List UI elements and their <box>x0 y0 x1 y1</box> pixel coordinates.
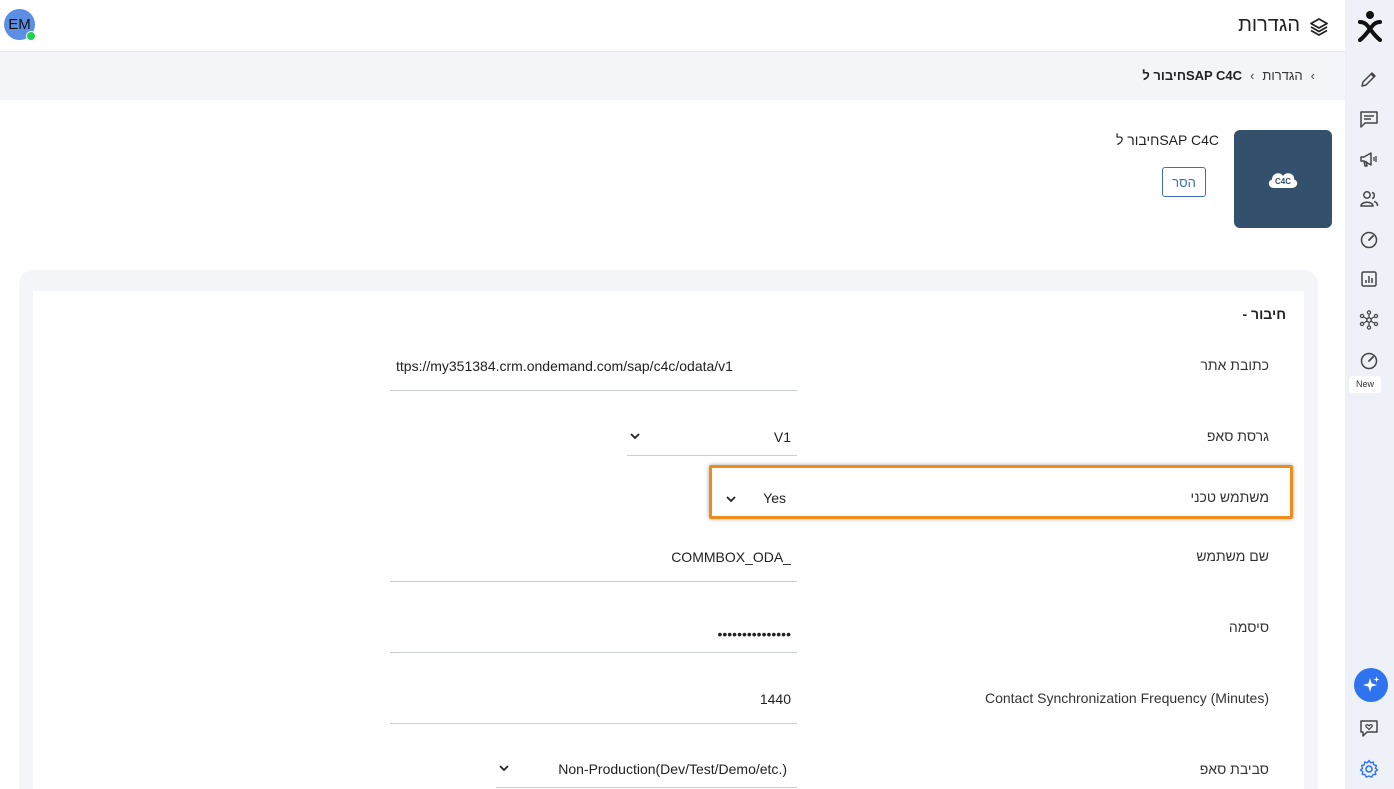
megaphone-icon <box>1360 152 1377 167</box>
top-bar: EM הגדרות <box>0 0 1345 52</box>
nav-contacts[interactable] <box>1357 187 1381 211</box>
nav-new-dashboard[interactable] <box>1357 348 1381 372</box>
sap-version-select[interactable]: V1 <box>627 425 797 456</box>
integration-name: חיבור לSAP C4C <box>1115 132 1219 148</box>
sync-frequency-label: Contact Synchronization Frequency (Minut… <box>984 690 1269 706</box>
url-input[interactable] <box>390 358 797 374</box>
gear-icon <box>1359 759 1379 778</box>
gauge-new-icon <box>1360 352 1378 370</box>
pencil-icon <box>1361 72 1376 87</box>
nav-rail: New <box>1345 0 1394 789</box>
highlight-box <box>709 465 1293 519</box>
username-input[interactable] <box>390 549 797 565</box>
password-value[interactable]: ••••••••••••••• <box>717 626 791 642</box>
sap-c4c-logo: C4C <box>1234 130 1332 228</box>
breadcrumb-settings[interactable]: הגדרות <box>1262 68 1302 83</box>
ai-assistant-button[interactable] <box>1354 668 1388 702</box>
nav-feedback[interactable] <box>1357 716 1381 740</box>
page-title: הגדרות <box>1238 14 1300 36</box>
url-label: כתובת אתר <box>1200 357 1269 373</box>
password-label: סיסמה <box>1228 619 1269 635</box>
nav-reports[interactable] <box>1357 267 1381 291</box>
nav-dashboard[interactable] <box>1357 227 1381 251</box>
sync-frequency-input-field[interactable] <box>390 691 797 724</box>
nav-campaigns[interactable] <box>1357 147 1381 171</box>
breadcrumb-bar: ‹ הגדרות ‹ חיבור לSAP C4C <box>0 52 1345 100</box>
chevron-left-icon: ‹ <box>1310 68 1315 83</box>
sap-environment-value: Non-Production(Dev/Test/Demo/etc.) <box>558 761 787 777</box>
nav-integrations[interactable] <box>1357 308 1381 332</box>
nav-edit[interactable] <box>1357 67 1381 91</box>
heart-chat-icon <box>1360 720 1378 737</box>
chevron-left-icon: ‹ <box>1250 68 1255 83</box>
breadcrumb-current: חיבור לSAP C4C <box>1142 68 1243 83</box>
sync-frequency-input[interactable] <box>390 691 797 707</box>
gauge-icon <box>1360 231 1378 249</box>
reports-icon <box>1361 271 1377 287</box>
chat-icon <box>1360 111 1378 128</box>
users-icon <box>1360 191 1379 207</box>
logo-text: C4C <box>1275 177 1291 186</box>
chevron-down-icon <box>630 433 640 440</box>
sparkle-icon <box>1363 676 1380 692</box>
sap-version-value: V1 <box>773 429 791 445</box>
url-input-field[interactable] <box>390 358 797 391</box>
app-logo-icon[interactable] <box>1357 10 1383 42</box>
online-status-dot <box>26 31 36 41</box>
new-badge: New <box>1349 376 1381 393</box>
nav-settings[interactable] <box>1357 757 1381 781</box>
password-input-field[interactable]: ••••••••••••••• <box>390 620 797 653</box>
user-avatar[interactable]: EM <box>4 9 36 41</box>
breadcrumb: ‹ הגדרות ‹ חיבור לSAP C4C <box>1142 68 1323 83</box>
cloud-icon: C4C <box>1268 173 1298 188</box>
sap-environment-select[interactable]: Non-Production(Dev/Test/Demo/etc.) <box>496 757 797 788</box>
chevron-down-icon <box>499 765 509 772</box>
nav-chat[interactable] <box>1357 107 1381 131</box>
sap-version-label: גרסת סאפ <box>1206 428 1269 444</box>
section-title[interactable]: - חיבור <box>1242 306 1286 322</box>
username-input-field[interactable] <box>390 549 797 582</box>
layers-icon <box>1310 18 1328 36</box>
sap-environment-label: סביבת סאפ <box>1199 761 1269 777</box>
username-label: שם משתמש <box>1196 548 1269 564</box>
network-icon <box>1359 310 1379 330</box>
remove-button[interactable]: הסר <box>1162 167 1206 197</box>
avatar-initials: EM <box>8 16 31 33</box>
